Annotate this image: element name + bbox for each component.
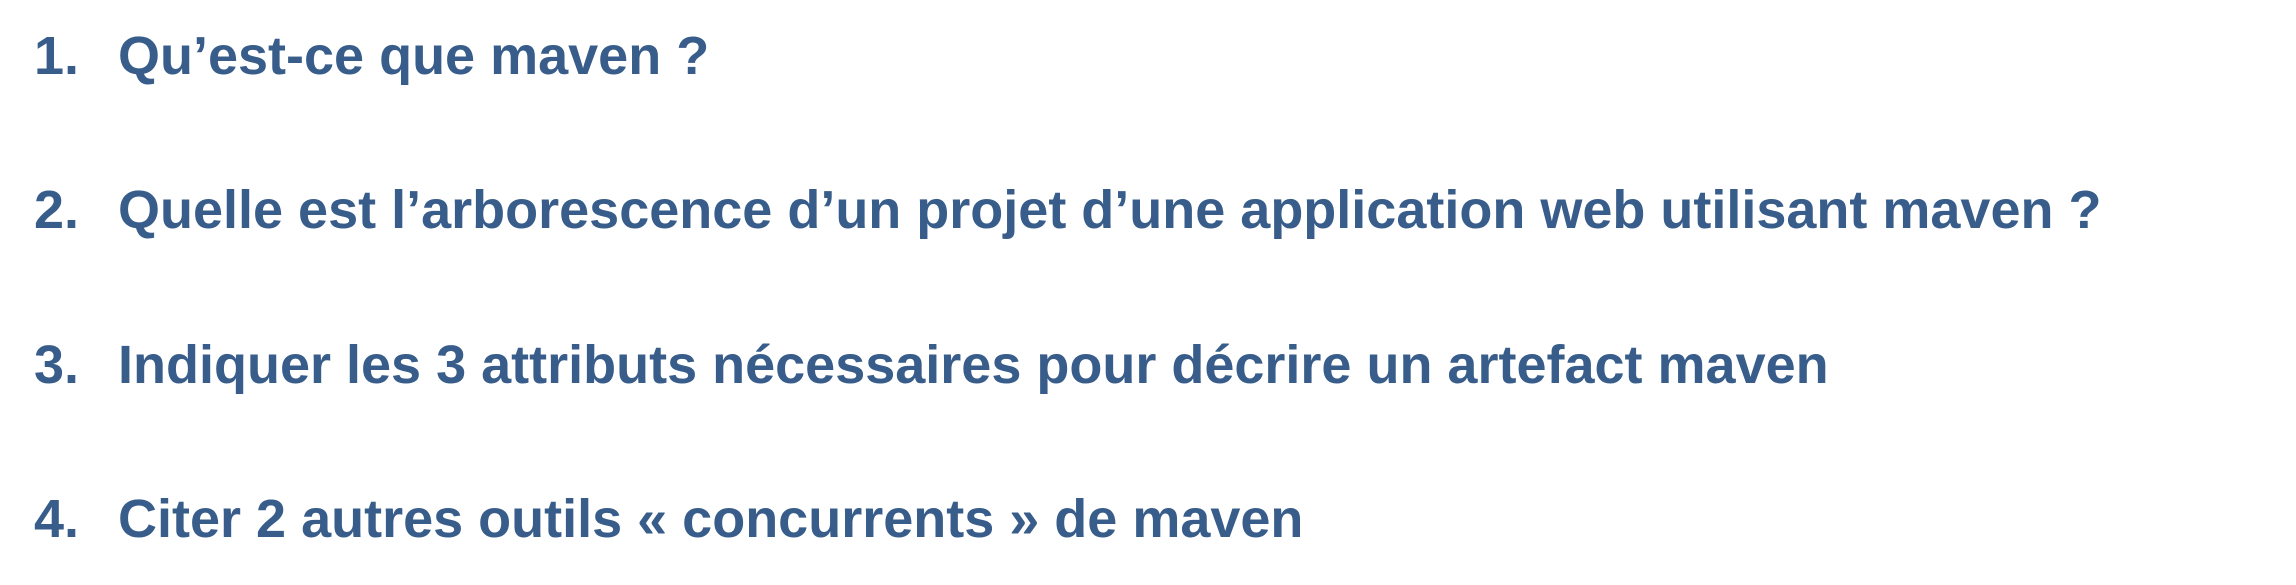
question-number: 1. bbox=[34, 26, 80, 86]
question-text: Indiquer les 3 attributs nécessaires pou… bbox=[118, 335, 1829, 395]
question-list: 1. Qu’est-ce que maven ? 2. Quelle est l… bbox=[0, 0, 2296, 585]
question-text: Qu’est-ce que maven ? bbox=[118, 26, 710, 86]
question-number: 3. bbox=[34, 335, 80, 395]
question-number: 4. bbox=[34, 489, 80, 549]
question-text: Citer 2 autres outils « concurrents » de… bbox=[118, 489, 1304, 549]
question-text: Quelle est l’arborescence d’un projet d’… bbox=[118, 180, 2102, 240]
question-number: 2. bbox=[34, 180, 80, 240]
